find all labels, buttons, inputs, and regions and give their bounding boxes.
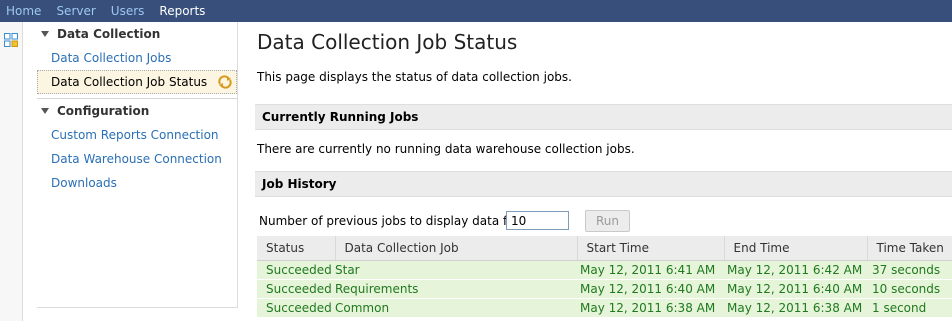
nav-home[interactable]: Home bbox=[0, 4, 41, 18]
cell-job: Requirements bbox=[335, 279, 577, 299]
job-count-input[interactable] bbox=[506, 211, 569, 230]
page-description: This page displays the status of data co… bbox=[257, 70, 572, 84]
cell-status: Succeeded bbox=[257, 279, 335, 299]
expand-triangle-icon bbox=[41, 31, 49, 37]
column-header-end-time[interactable]: End Time bbox=[724, 236, 868, 261]
sidebar-item-label: Data Collection Job Status bbox=[51, 75, 208, 89]
cell-time-taken: 10 seconds bbox=[867, 279, 952, 299]
column-header-status[interactable]: Status bbox=[257, 236, 336, 261]
running-jobs-header: Currently Running Jobs bbox=[255, 104, 952, 130]
sidebar-section-configuration[interactable]: Configuration bbox=[37, 99, 237, 123]
table-row[interactable]: Succeeded Common May 12, 2011 6:38 AM Ma… bbox=[257, 298, 952, 318]
no-running-jobs-message: There are currently no running data ware… bbox=[257, 142, 635, 156]
run-button[interactable]: Run bbox=[585, 210, 630, 232]
cell-end-time: May 12, 2011 6:40 AM bbox=[724, 279, 867, 299]
job-count-label: Number of previous jobs to display data … bbox=[259, 214, 520, 228]
applications-grid-icon[interactable] bbox=[4, 33, 18, 47]
column-header-time-taken[interactable]: Time Taken bbox=[867, 236, 952, 261]
sidebar-item-data-warehouse-connection[interactable]: Data Warehouse Connection bbox=[37, 147, 237, 171]
cell-start-time: May 12, 2011 6:38 AM bbox=[577, 298, 724, 318]
cell-status: Succeeded bbox=[257, 260, 335, 280]
top-nav-bar: Home Server Users Reports bbox=[0, 0, 952, 22]
cell-start-time: May 12, 2011 6:41 AM bbox=[577, 260, 724, 280]
table-row[interactable]: Succeeded Star May 12, 2011 6:41 AM May … bbox=[257, 260, 952, 280]
cell-status: Succeeded bbox=[257, 298, 335, 318]
left-rail bbox=[0, 22, 23, 321]
sidebar-item-custom-reports-connection[interactable]: Custom Reports Connection bbox=[37, 123, 237, 147]
sidebar-section-data-collection[interactable]: Data Collection bbox=[37, 22, 237, 46]
main-content: Data Collection Job Status This page dis… bbox=[255, 22, 952, 321]
nav-users[interactable]: Users bbox=[105, 4, 145, 18]
cell-end-time: May 12, 2011 6:42 AM bbox=[724, 260, 867, 280]
cell-job: Star bbox=[335, 260, 577, 280]
cell-end-time: May 12, 2011 6:38 AM bbox=[724, 298, 867, 318]
refresh-icon[interactable] bbox=[217, 74, 233, 90]
cell-job: Common bbox=[335, 298, 577, 318]
cell-time-taken: 37 seconds bbox=[867, 260, 952, 280]
page-title: Data Collection Job Status bbox=[257, 30, 518, 54]
job-history-header: Job History bbox=[255, 171, 952, 197]
cell-start-time: May 12, 2011 6:40 AM bbox=[577, 279, 724, 299]
sidebar: Data Collection Data Collection Jobs Dat… bbox=[37, 22, 238, 308]
cell-time-taken: 1 second bbox=[867, 298, 952, 318]
expand-triangle-icon bbox=[41, 108, 49, 114]
job-history-table: Status Data Collection Job Start Time En… bbox=[257, 236, 952, 318]
nav-server[interactable]: Server bbox=[50, 4, 95, 18]
column-header-job[interactable]: Data Collection Job bbox=[335, 236, 578, 261]
section-title: Data Collection bbox=[57, 27, 161, 41]
sidebar-item-downloads[interactable]: Downloads bbox=[37, 171, 237, 195]
table-header-row: Status Data Collection Job Start Time En… bbox=[257, 236, 952, 261]
sidebar-item-data-collection-jobs[interactable]: Data Collection Jobs bbox=[37, 46, 237, 70]
nav-reports[interactable]: Reports bbox=[153, 4, 205, 18]
table-row[interactable]: Succeeded Requirements May 12, 2011 6:40… bbox=[257, 279, 952, 299]
section-title: Configuration bbox=[57, 104, 150, 118]
column-header-start-time[interactable]: Start Time bbox=[577, 236, 725, 261]
sidebar-item-data-collection-job-status[interactable]: Data Collection Job Status bbox=[37, 70, 237, 94]
